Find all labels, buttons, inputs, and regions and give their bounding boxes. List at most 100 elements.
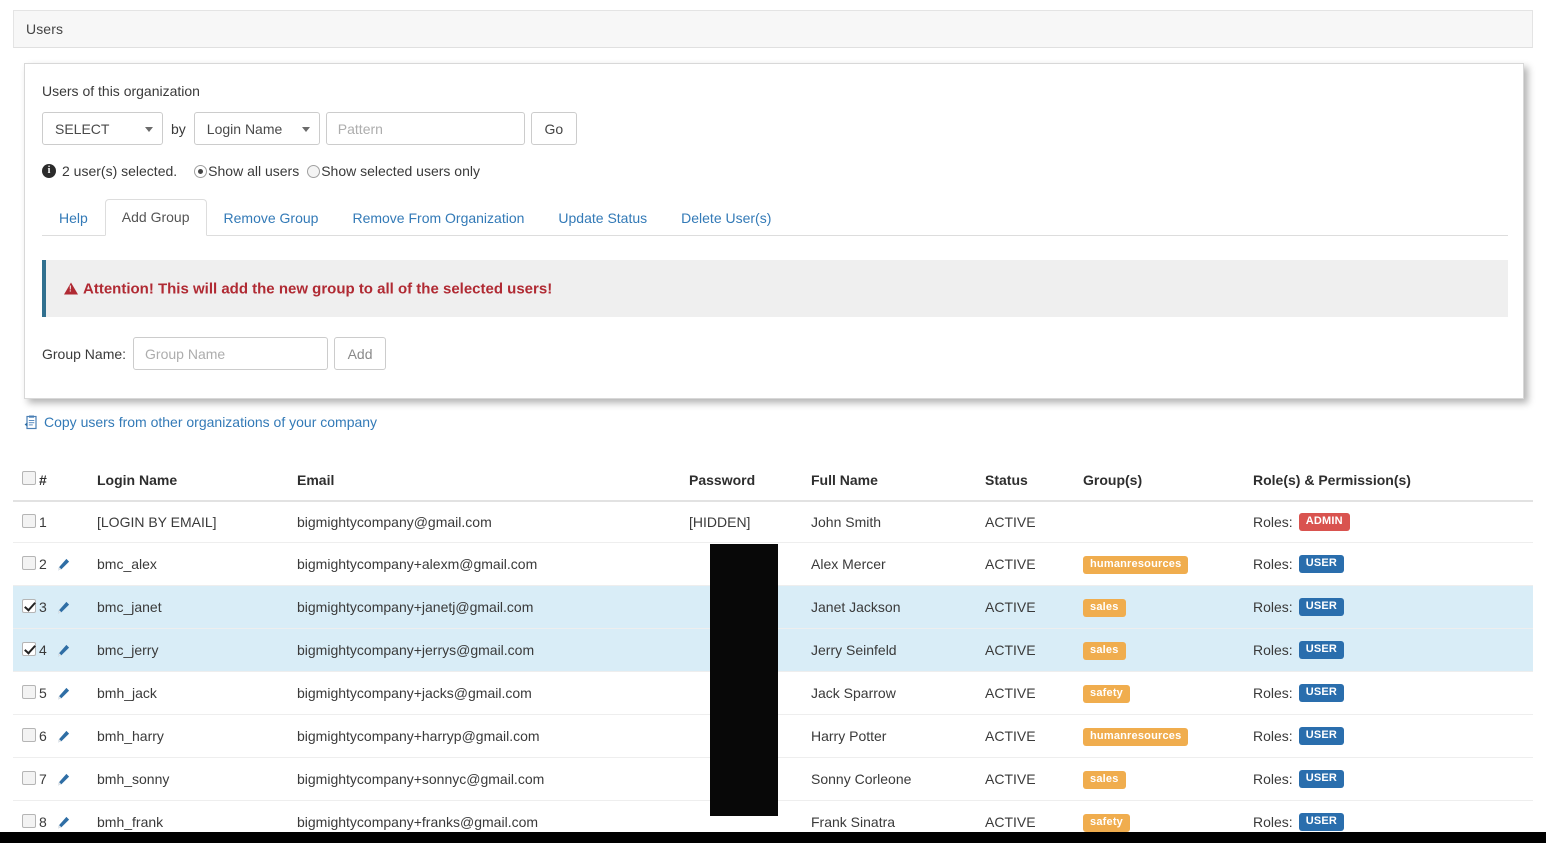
edit-pencil-icon[interactable] — [57, 773, 70, 786]
group-badge: humanresources — [1083, 556, 1189, 574]
group-badge: sales — [1083, 771, 1126, 789]
row-select-cell[interactable] — [13, 757, 39, 801]
row-select-cell[interactable] — [13, 800, 39, 843]
group-badge: safety — [1083, 685, 1130, 703]
row-full-name: Jerry Seinfeld — [811, 628, 985, 672]
row-checkbox[interactable] — [22, 641, 36, 656]
row-groups: humanresources — [1083, 714, 1253, 758]
row-checkbox[interactable] — [22, 770, 36, 785]
row-login-name: bmh_jack — [97, 671, 297, 715]
group-badge: humanresources — [1083, 728, 1189, 746]
group-badge: sales — [1083, 599, 1126, 617]
add-group-button[interactable]: Add — [334, 337, 387, 370]
row-select-cell[interactable] — [13, 628, 39, 672]
row-number: 1 — [39, 514, 47, 530]
table-row[interactable]: 1 [LOGIN BY EMAIL] bigmightycompany@gmail.… — [13, 501, 1533, 543]
users-action-panel: Users of this organization SELECT by Log… — [24, 63, 1524, 399]
users-table-container: # Login Name Email Password Full Name St… — [13, 463, 1533, 843]
row-checkbox[interactable] — [22, 555, 36, 570]
row-status: ACTIVE — [985, 628, 1083, 672]
radio-show-selected-only[interactable] — [307, 164, 321, 178]
users-page: Users Users of this organization SELECT … — [0, 0, 1546, 843]
table-header-row: # Login Name Email Password Full Name St… — [13, 463, 1533, 502]
roles-prefix-label: Roles: — [1253, 599, 1293, 615]
selection-info-row: i 2 user(s) selected. Show all users Sho… — [42, 163, 488, 179]
copy-users-row: Copy users from other organizations of y… — [24, 414, 377, 430]
copy-users-link[interactable]: Copy users from other organizations of y… — [44, 414, 377, 430]
edit-pencil-icon[interactable] — [57, 558, 70, 571]
row-email: bigmightycompany+franks@gmail.com — [297, 800, 689, 843]
row-email: bigmightycompany@gmail.com — [297, 501, 689, 543]
role-badge: USER — [1298, 813, 1345, 831]
add-group-form: Group Name: Add — [42, 337, 387, 370]
row-roles: Roles: USER — [1253, 628, 1533, 672]
edit-pencil-icon[interactable] — [57, 730, 70, 743]
select-all-checkbox[interactable] — [22, 471, 36, 485]
row-full-name: Jack Sparrow — [811, 671, 985, 715]
roles-prefix-label: Roles: — [1253, 642, 1293, 658]
row-select-cell[interactable] — [13, 501, 39, 543]
role-badge: USER — [1298, 684, 1345, 702]
attention-alert: Attention! This will add the new group t… — [42, 260, 1508, 317]
row-checkbox[interactable] — [22, 598, 36, 613]
edit-pencil-icon[interactable] — [57, 644, 70, 657]
row-password: [HIDDEN] — [689, 501, 811, 543]
row-roles: Roles: USER — [1253, 757, 1533, 801]
row-select-cell[interactable] — [13, 714, 39, 758]
group-badge: sales — [1083, 642, 1126, 660]
role-badge: USER — [1298, 598, 1345, 616]
edit-pencil-icon[interactable] — [57, 601, 70, 614]
chevron-down-icon — [145, 126, 153, 132]
roles-prefix-label: Roles: — [1253, 685, 1293, 701]
table-row[interactable]: 4 bmc_jerry bigmightycompany+jerrys@gmail.… — [13, 628, 1533, 672]
table-row[interactable]: 5 bmh_jack bigmightycompany+jacks@gmail.co… — [13, 671, 1533, 715]
tab-help[interactable]: Help — [42, 200, 105, 236]
row-select-cell[interactable] — [13, 585, 39, 629]
row-number-cell: 7 — [39, 757, 97, 801]
row-status: ACTIVE — [985, 714, 1083, 758]
table-row[interactable]: 3 bmc_janet bigmightycompany+janetj@gmail.… — [13, 585, 1533, 629]
tab-remove-group[interactable]: Remove Group — [207, 200, 336, 236]
row-select-cell[interactable] — [13, 542, 39, 586]
header-status: Status — [985, 463, 1083, 502]
radio-show-selected-only-label[interactable]: Show selected users only — [321, 163, 480, 179]
tab-update-status[interactable]: Update Status — [541, 200, 664, 236]
table-row[interactable]: 2 bmc_alex bigmightycompany+alexm@gmail.co… — [13, 542, 1533, 586]
tab-add-group[interactable]: Add Group — [104, 199, 207, 236]
row-checkbox[interactable] — [22, 513, 36, 528]
tab-remove-from-organization[interactable]: Remove From Organization — [335, 200, 541, 236]
edit-pencil-icon[interactable] — [57, 816, 70, 829]
row-status: ACTIVE — [985, 542, 1083, 586]
pattern-input[interactable] — [325, 112, 525, 145]
header-select-all — [13, 463, 39, 502]
roles-prefix-label: Roles: — [1253, 556, 1293, 572]
edit-pencil-icon[interactable] — [57, 687, 70, 700]
row-select-cell[interactable] — [13, 671, 39, 715]
row-roles: Roles: USER — [1253, 800, 1533, 843]
row-number: 6 — [39, 728, 47, 744]
row-status: ACTIVE — [985, 501, 1083, 543]
row-groups — [1083, 501, 1253, 543]
tab-delete-users[interactable]: Delete User(s) — [664, 200, 788, 236]
row-password — [689, 757, 811, 801]
row-groups: safety — [1083, 800, 1253, 843]
go-button[interactable]: Go — [530, 112, 577, 145]
select-action-dropdown[interactable]: SELECT — [42, 112, 163, 145]
row-checkbox[interactable] — [22, 727, 36, 742]
group-name-input[interactable] — [133, 337, 329, 370]
header-roles: Role(s) & Permission(s) — [1253, 463, 1533, 502]
table-row[interactable]: 8 bmh_frank bigmightycompany+franks@gmail.… — [13, 800, 1533, 843]
table-row[interactable]: 7 bmh_sonny bigmightycompany+sonnyc@gmail.… — [13, 757, 1533, 801]
role-badge: USER — [1298, 727, 1345, 745]
radio-show-all-users[interactable] — [194, 164, 208, 178]
roles-prefix-label: Roles: — [1253, 814, 1293, 830]
filter-toolbar: SELECT by Login Name Go — [42, 112, 577, 145]
row-checkbox[interactable] — [22, 684, 36, 699]
select-field-dropdown[interactable]: Login Name — [193, 112, 320, 145]
row-checkbox[interactable] — [22, 813, 36, 828]
info-icon: i — [42, 164, 56, 178]
table-row[interactable]: 6 bmh_harry bigmightycompany+harryp@gmail.… — [13, 714, 1533, 758]
row-groups: sales — [1083, 628, 1253, 672]
radio-show-all-users-label[interactable]: Show all users — [208, 163, 299, 179]
row-number-cell: 5 — [39, 671, 97, 715]
